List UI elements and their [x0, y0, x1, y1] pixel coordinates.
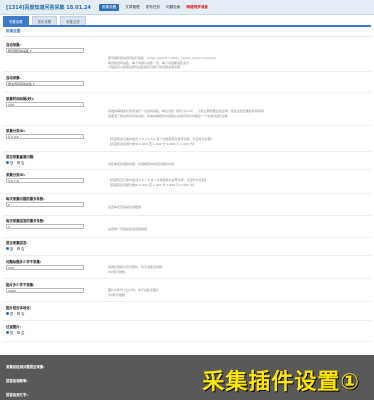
- input-content-length[interactable]: 1000: [6, 288, 84, 293]
- label-filter-images: 过滤图片:: [6, 325, 21, 329]
- divider: [3, 255, 371, 256]
- label-collect-mode: 自动采集:: [6, 43, 21, 47]
- input-category-ids2[interactable]: 5,6,7,8: [6, 178, 84, 183]
- divider: [3, 278, 371, 279]
- field-collect-answers: 是否采集回答: 是 否: [6, 240, 84, 251]
- desc-content-length: 图片文件尺寸过小时，将不采集该图片 为0则不限制: [108, 288, 160, 297]
- app-title: [1314]百度知道问答采集 18.01.24: [6, 4, 91, 11]
- field-title-length: 问题标题多少字不采集: 150: [6, 259, 84, 270]
- radio-dot-icon: [17, 247, 21, 250]
- radio-yes[interactable]: 是: [6, 311, 13, 316]
- label-categories: 采集分类ID:: [6, 129, 25, 133]
- field-auto-collect: 自动采集: 按关键词自动采集 ▾: [6, 75, 84, 86]
- desc-categories: 【百度知道分类ID格式 1,2,3,4,5,6 多个分类用英文逗号分隔，为空时为…: [108, 137, 214, 146]
- radio-dot-icon: [6, 161, 9, 164]
- section-title: 采集设置: [3, 27, 371, 37]
- label-auto-collect: 自动采集:: [6, 76, 21, 80]
- nav-publish[interactable]: 发布任务: [146, 5, 160, 10]
- field-interval: 采集时间间隔(秒): 120: [6, 96, 84, 107]
- input-title-length[interactable]: 150: [6, 265, 84, 270]
- divider: [3, 71, 371, 72]
- radio-group-dedupe: 是 否: [6, 160, 84, 165]
- top-nav: 采集设置 文章管理 发布任务 问题检索 网络同步消息: [98, 3, 214, 11]
- divider: [3, 125, 371, 126]
- tab-collect[interactable]: 采集设置: [3, 16, 29, 25]
- label-title-length: 问题标题多少字不采集:: [6, 260, 42, 264]
- radio-no[interactable]: 否: [17, 311, 24, 316]
- radio-yes[interactable]: 是: [6, 160, 13, 165]
- radio-group-collect-answers: 是 否: [6, 246, 84, 251]
- field-filter-images: 过滤图片: 是 否: [6, 324, 84, 335]
- divider: [3, 301, 371, 302]
- radio-dot-icon: [17, 161, 21, 164]
- label-collect-answers: 是否采集回答:: [6, 241, 28, 245]
- radio-no[interactable]: 否: [17, 246, 24, 251]
- label-content-length: 图片多少字不采集:: [6, 283, 35, 287]
- field-content-length: 图片多少字不采集: 1000: [6, 282, 84, 293]
- radio-dot-icon: [6, 312, 9, 315]
- desc-category-ids2: 【百度知道分类ID格式 5,6,7,8 多个分类用英文逗号分隔，为空时为全部】 …: [108, 178, 208, 187]
- nav-search[interactable]: 问题检索: [166, 5, 180, 10]
- divider: [3, 341, 371, 342]
- radio-dot-icon: [6, 247, 9, 250]
- settings-tabs: 采集设置 发布设置 采集过滤: [3, 16, 89, 25]
- top-bar: [1314]百度知道问答采集 18.01.24 采集设置 文章管理 发布任务 问…: [0, 0, 374, 15]
- desc-interval: 系统将每隔多长时间进行一次自动采集，单位为秒（默认为120），为防止服务器负载过…: [108, 109, 264, 118]
- field-categories: 采集分类ID: 1,2,3,4: [6, 128, 84, 139]
- label-interval: 采集时间间隔(秒):: [6, 97, 35, 101]
- radio-yes[interactable]: 是: [6, 330, 13, 335]
- desc-dedupe: 采集重复标题的问题，标题重复时将自动更新内容: [108, 162, 175, 166]
- divider: [3, 92, 371, 93]
- overlay-field-label: 回答检测频率:: [6, 379, 28, 383]
- desc-title-length: 问题标题超过该字数时，将不采集该问题 为0则不限制: [108, 265, 163, 274]
- radio-dot-icon: [17, 331, 21, 334]
- desc-collect-mode: 按问题标题关键词进行采集：plugin.php?id=addon_collect…: [108, 56, 216, 70]
- radio-dot-icon: [6, 331, 9, 334]
- label-image-download: 图片是否本地化:: [6, 306, 32, 310]
- input-categories[interactable]: 1,2,3,4: [6, 134, 84, 139]
- field-min-answers: 每次采集问题的最多条数: 5: [6, 196, 84, 207]
- label-category-ids2: 采集分类ID:: [6, 173, 25, 177]
- radio-no[interactable]: 否: [17, 160, 24, 165]
- desc-min-answers: 设置每次自动采集的数量: [108, 205, 142, 209]
- radio-group-filter-images: 是 否: [6, 330, 84, 335]
- label-dedupe: 是否采集重复问题:: [6, 155, 35, 159]
- select-auto-collect[interactable]: 按关键词自动采集 ▾: [6, 81, 84, 86]
- field-max-answers: 每次采集回答的最多条数: 3: [6, 218, 84, 229]
- radio-no[interactable]: 否: [17, 330, 24, 335]
- overlay-field-label: 采集前检测问题是否采集:: [6, 365, 45, 369]
- nav-sync[interactable]: 网络同步消息: [186, 5, 208, 10]
- field-category-ids2: 采集分类ID: 5,6,7,8: [6, 172, 84, 183]
- divider: [3, 320, 371, 321]
- tab-publish[interactable]: 发布设置: [31, 16, 58, 25]
- label-max-answers: 每次采集回答的最多条数:: [6, 219, 45, 223]
- divider: [3, 169, 371, 170]
- nav-collect-settings[interactable]: 采集设置: [98, 3, 120, 11]
- input-max-answers[interactable]: 3: [6, 224, 84, 229]
- desc-max-answers: 设置每个问题采集的回答数量: [108, 227, 148, 231]
- settings-panel: 采集设置 自动采集: 按问题自动采集 ▾ 按问题标题关键词进行采集：plugin…: [3, 25, 371, 402]
- divider: [3, 193, 371, 194]
- promo-banner: 采集插件设置①: [202, 370, 360, 395]
- tab-filter[interactable]: 采集过滤: [60, 16, 86, 25]
- divider: [3, 151, 371, 152]
- divider: [3, 237, 371, 238]
- divider: [3, 215, 371, 216]
- overlay-field-label: 回答检测文字:: [6, 393, 28, 397]
- nav-articles[interactable]: 文章管理: [125, 5, 139, 10]
- select-collect-mode[interactable]: 按问题自动采集 ▾: [6, 48, 84, 53]
- radio-dot-icon: [17, 312, 21, 315]
- radio-yes[interactable]: 是: [6, 246, 13, 251]
- field-collect-mode: 自动采集: 按问题自动采集 ▾: [6, 42, 84, 53]
- field-dedupe: 是否采集重复问题: 是 否: [6, 154, 84, 165]
- radio-group-image-download: 是 否: [6, 311, 84, 316]
- input-min-answers[interactable]: 5: [6, 202, 84, 207]
- field-image-download: 图片是否本地化: 是 否: [6, 305, 84, 316]
- label-min-answers: 每次采集问题的最多条数:: [6, 197, 45, 201]
- input-interval[interactable]: 120: [6, 102, 84, 107]
